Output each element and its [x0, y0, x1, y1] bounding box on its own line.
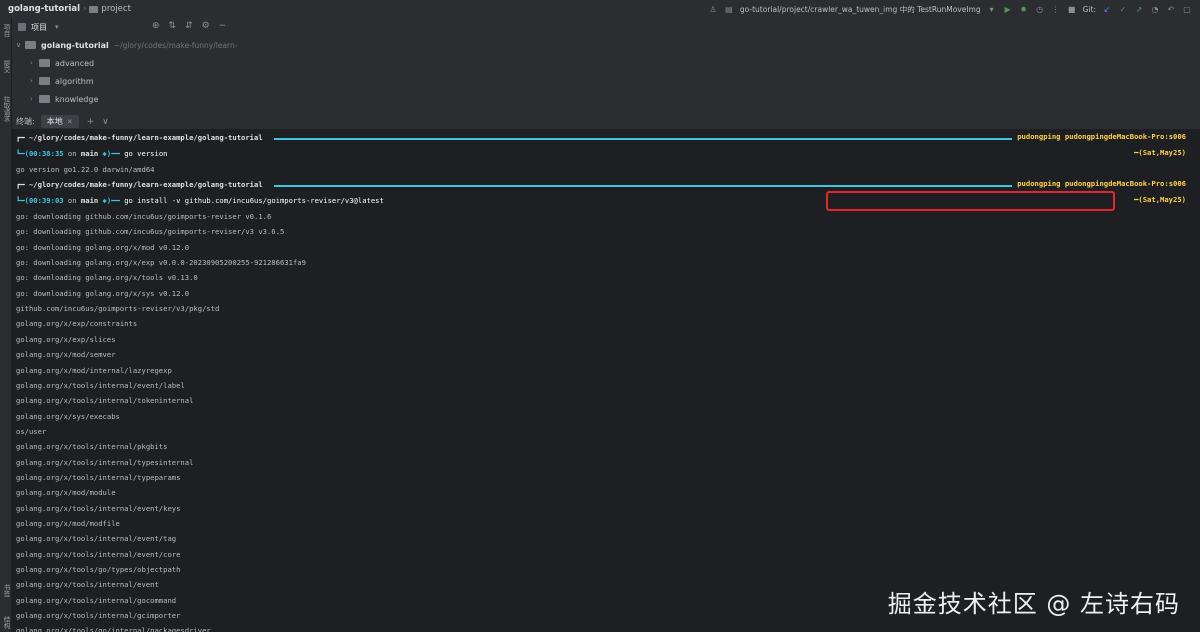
project-icon [18, 23, 26, 31]
output-line: golang.org/x/sys/execabs [16, 411, 120, 421]
output-line: golang.org/x/tools/internal/pkgbits [16, 442, 168, 452]
project-title[interactable]: 项目 [31, 22, 47, 33]
git-label: Git: [1082, 4, 1096, 14]
folder-icon [39, 95, 50, 103]
tab-bookmarks[interactable]: 书签 [1, 584, 11, 597]
more-run-icon[interactable]: ⋮ [1051, 4, 1061, 14]
chevron-down-icon[interactable]: ▾ [987, 4, 997, 14]
gear-icon[interactable]: ⚙ [202, 21, 210, 31]
output-line: golang.org/x/tools/internal/event/tag [16, 534, 177, 544]
folder-icon [89, 5, 99, 13]
prompt-line: ┗━(00:39:03 on main ✱)━━ go install -v g… [16, 196, 384, 205]
output-line: golang.org/x/exp/slices [16, 334, 116, 344]
output-line: github.com/incu6us/goimports-reviser/v3/… [16, 304, 220, 314]
chevron-right-icon[interactable]: › [30, 95, 39, 103]
output-line: golang.org/x/mod/internal/lazyregexp [16, 365, 172, 375]
output-line: golang.org/x/mod/module [16, 488, 116, 498]
prompt-user: pudongping pudongpingdeMacBook-Pro:s006 [1017, 132, 1186, 141]
run-configuration-selector[interactable]: go-tutorial/project/crawler_wa_tuwen_img… [740, 4, 981, 15]
prompt-rule [274, 138, 1012, 140]
chevron-right-icon[interactable]: › [30, 77, 39, 85]
output-line: os/user [16, 426, 47, 436]
breadcrumb-folder[interactable]: project [101, 4, 131, 14]
prompt-path: ┏━ ~/glory/codes/make-funny/learn-exampl… [16, 180, 263, 189]
project-tool-window: 项目 ▾ ⊕ ⇅ ⇵ ⚙ − ∨ golang-tutorial ~/glory… [12, 18, 1200, 114]
folder-icon [39, 77, 50, 85]
tool-window-strip: 项目 提交 拉取请求 书签 结构 [0, 18, 12, 632]
file-icon: ▤ [725, 4, 733, 14]
output-line: golang.org/x/tools/internal/event/label [16, 380, 185, 390]
git-commit-icon[interactable]: ✓ [1118, 4, 1128, 14]
git-update-icon[interactable]: ↙ [1102, 4, 1112, 14]
output-line: golang.org/x/tools/internal/event/core [16, 549, 181, 559]
coverage-icon[interactable]: ◷ [1035, 4, 1045, 14]
command-highlight-box [826, 191, 1115, 211]
prompt-rule [274, 185, 1012, 187]
terminal-tab-bar: 终端: 本地 ✕ + ∨ [12, 114, 1200, 129]
prompt-date: ━(Sat,May25) [1134, 148, 1186, 157]
prompt-date: ━(Sat,May25) [1134, 195, 1186, 204]
output-line: go: downloading golang.org/x/exp v0.0.0-… [16, 258, 306, 268]
folder-icon [39, 59, 50, 67]
output-line: golang.org/x/mod/semver [16, 350, 116, 360]
git-push-icon[interactable]: ↗ [1134, 4, 1144, 14]
collapse-all-icon[interactable]: ⇵ [185, 21, 193, 31]
folder-icon [25, 41, 36, 49]
rollback-icon[interactable]: ↶ [1166, 4, 1176, 14]
prompt-line: ┗━(00:38:35 on main ✱)━━ go version [16, 149, 168, 158]
output-line: golang.org/x/tools/internal/event/keys [16, 503, 181, 513]
output-line: golang.org/x/mod/modfile [16, 519, 120, 528]
locate-icon[interactable]: ⊕ [152, 21, 160, 31]
tab-project[interactable]: 项目 [1, 24, 11, 37]
prompt-path: ┏━ ~/glory/codes/make-funny/learn-exampl… [16, 133, 263, 142]
output-line: golang.org/x/exp/constraints [16, 319, 138, 329]
close-icon[interactable]: ✕ [67, 118, 73, 126]
chevron-right-icon[interactable]: › [30, 59, 39, 67]
tree-item-algorithm[interactable]: › algorithm [30, 73, 94, 89]
user-icon[interactable]: ♙ [708, 4, 718, 14]
output-line: golang.org/x/tools/go/internal/packagesd… [16, 626, 211, 632]
output-line: go: downloading github.com/incu6us/goimp… [16, 212, 272, 221]
tab-local[interactable]: 本地 ✕ [40, 115, 79, 128]
output-line: go: downloading golang.org/x/tools v0.13… [16, 273, 198, 283]
output-line: golang.org/x/tools/internal/tokeninterna… [16, 396, 194, 406]
tree-root[interactable]: ∨ golang-tutorial ~/glory/codes/make-fun… [16, 37, 237, 53]
run-toolbar: ♙ ▤ go-tutorial/project/crawler_wa_tuwen… [708, 0, 1200, 18]
output-line: golang.org/x/tools/internal/event [16, 580, 159, 590]
terminal-label: 终端: [16, 117, 35, 126]
prompt-user: pudongping pudongpingdeMacBook-Pro:s006 [1017, 179, 1186, 188]
window-icon[interactable]: ▢ [1182, 4, 1192, 14]
tab-pull-requests[interactable]: 拉取请求 [1, 96, 11, 122]
run-icon[interactable]: ▶ [1003, 4, 1013, 14]
history-icon[interactable]: ◔ [1150, 4, 1160, 14]
breadcrumb-project[interactable]: golang-tutorial [8, 4, 80, 14]
output-line: go: downloading github.com/incu6us/goimp… [16, 227, 285, 237]
tab-commit[interactable]: 提交 [1, 60, 11, 73]
output-line: go: downloading golang.org/x/mod v0.12.0 [16, 242, 190, 252]
expand-all-icon[interactable]: ⇅ [169, 21, 177, 31]
output-line: golang.org/x/tools/internal/typesinterna… [16, 457, 194, 467]
breadcrumb-separator: › [83, 4, 87, 14]
output-line: golang.org/x/tools/internal/gocommand [16, 595, 177, 605]
debug-icon[interactable]: ✹ [1019, 4, 1029, 14]
chevron-down-icon[interactable]: ∨ [16, 41, 25, 49]
output-line: golang.org/x/tools/go/types/objectpath [16, 565, 181, 575]
output-line: go version go1.22.0 darwin/amd64 [16, 165, 155, 174]
output-line: go: downloading golang.org/x/sys v0.12.0 [16, 288, 190, 298]
add-tab-icon[interactable]: + [87, 117, 95, 127]
stop-icon[interactable]: ■ [1067, 4, 1077, 14]
tree-item-advanced[interactable]: › advanced [30, 55, 94, 71]
tree-item-knowledge[interactable]: › knowledge [30, 91, 98, 107]
project-toolbar: ⊕ ⇅ ⇵ ⚙ − [152, 21, 226, 31]
chevron-down-icon[interactable]: ∨ [102, 117, 109, 127]
tab-structure[interactable]: 结构 [1, 616, 11, 629]
chevron-down-icon[interactable]: ▾ [55, 23, 59, 31]
output-line: golang.org/x/tools/internal/gcimporter [16, 611, 181, 621]
output-line: golang.org/x/tools/internal/typeparams [16, 472, 181, 482]
minimize-icon[interactable]: − [219, 21, 227, 31]
watermark: 掘金技术社区 @ 左诗右码 [887, 590, 1180, 618]
